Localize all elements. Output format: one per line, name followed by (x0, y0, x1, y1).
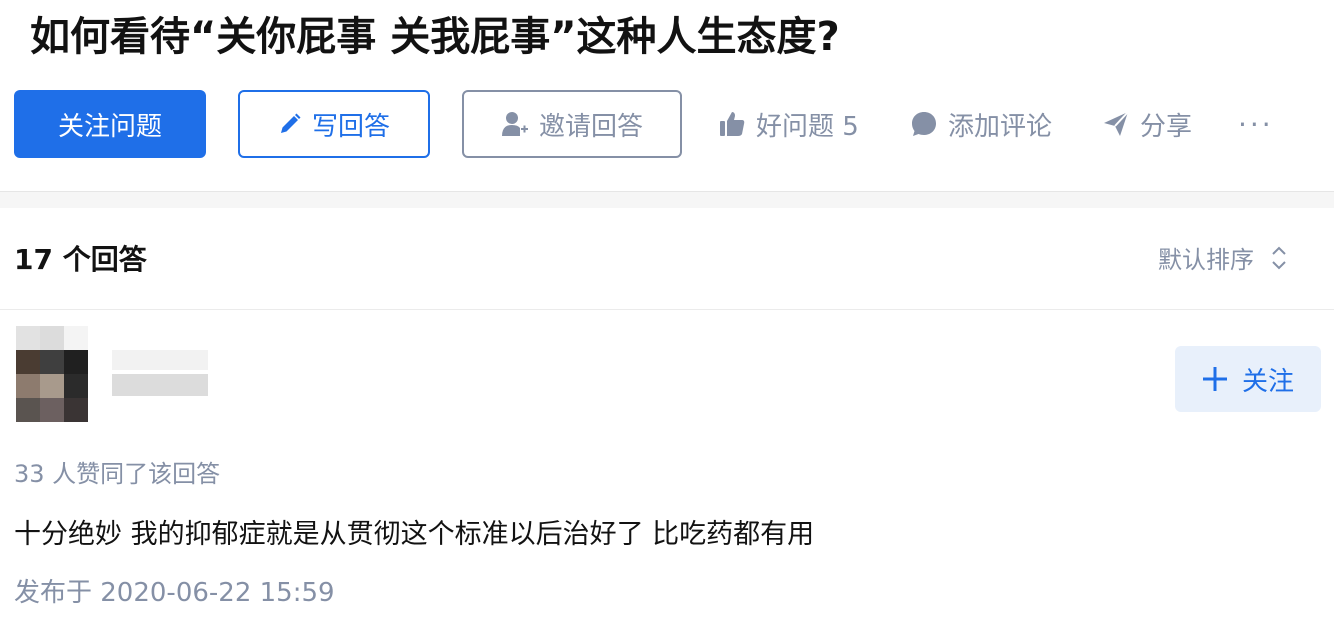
add-comment-label: 添加评论 (948, 111, 1053, 142)
author-name-blurred[interactable] (112, 350, 208, 398)
sort-arrows-icon (1270, 244, 1288, 272)
sort-label: 默认排序 (1158, 246, 1254, 274)
add-user-icon (501, 110, 529, 138)
avatar[interactable] (16, 326, 88, 422)
follow-question-button[interactable]: 关注问题 (14, 90, 206, 158)
thumbs-up-icon (718, 110, 746, 138)
answers-header: 17 个回答 默认排序 (0, 208, 1334, 310)
question-actions: 关注问题 写回答 邀请回答 好问题 5 添加评论 分享 ··· (14, 90, 1314, 158)
answer-content: 十分绝妙 我的抑郁症就是从贯彻这个标准以后治好了 比吃药都有用 (14, 519, 815, 550)
good-question-label: 好问题 5 (756, 111, 859, 142)
share-button[interactable]: 分享 (1102, 90, 1192, 158)
comment-bubble-icon (910, 110, 938, 138)
invite-answer-button[interactable]: 邀请回答 (462, 90, 682, 158)
add-comment-button[interactable]: 添加评论 (910, 90, 1052, 158)
invite-answer-label: 邀请回答 (538, 111, 643, 142)
write-answer-label: 写回答 (311, 111, 390, 142)
follow-author-button[interactable]: 关注 (1175, 346, 1321, 412)
more-options-button[interactable]: ··· (1238, 90, 1274, 158)
plus-icon (1202, 366, 1228, 392)
follow-author-label: 关注 (1241, 366, 1294, 397)
answers-count: 17 个回答 (14, 243, 147, 276)
sort-dropdown[interactable]: 默认排序 (1158, 240, 1288, 275)
pencil-icon (278, 112, 302, 136)
question-header: 如何看待“关你屁事 关我屁事”这种人生态度? 关注问题 写回答 邀请回答 好问题… (0, 0, 1334, 192)
share-label: 分享 (1140, 111, 1193, 142)
question-title: 如何看待“关你屁事 关我屁事”这种人生态度? (30, 14, 840, 60)
write-answer-button[interactable]: 写回答 (238, 90, 430, 158)
paper-plane-icon (1102, 110, 1130, 138)
more-options-label: ··· (1238, 107, 1274, 141)
follow-question-label: 关注问题 (57, 111, 162, 142)
good-question-button[interactable]: 好问题 5 (718, 90, 859, 158)
answers-section: 17 个回答 默认排序 关注 33 人赞同了该回答 十分绝妙 我的抑郁症就是从贯… (0, 208, 1334, 618)
publish-time[interactable]: 发布于 2020-06-22 15:59 (14, 572, 335, 609)
vote-info: 33 人赞同了该回答 (14, 460, 221, 488)
